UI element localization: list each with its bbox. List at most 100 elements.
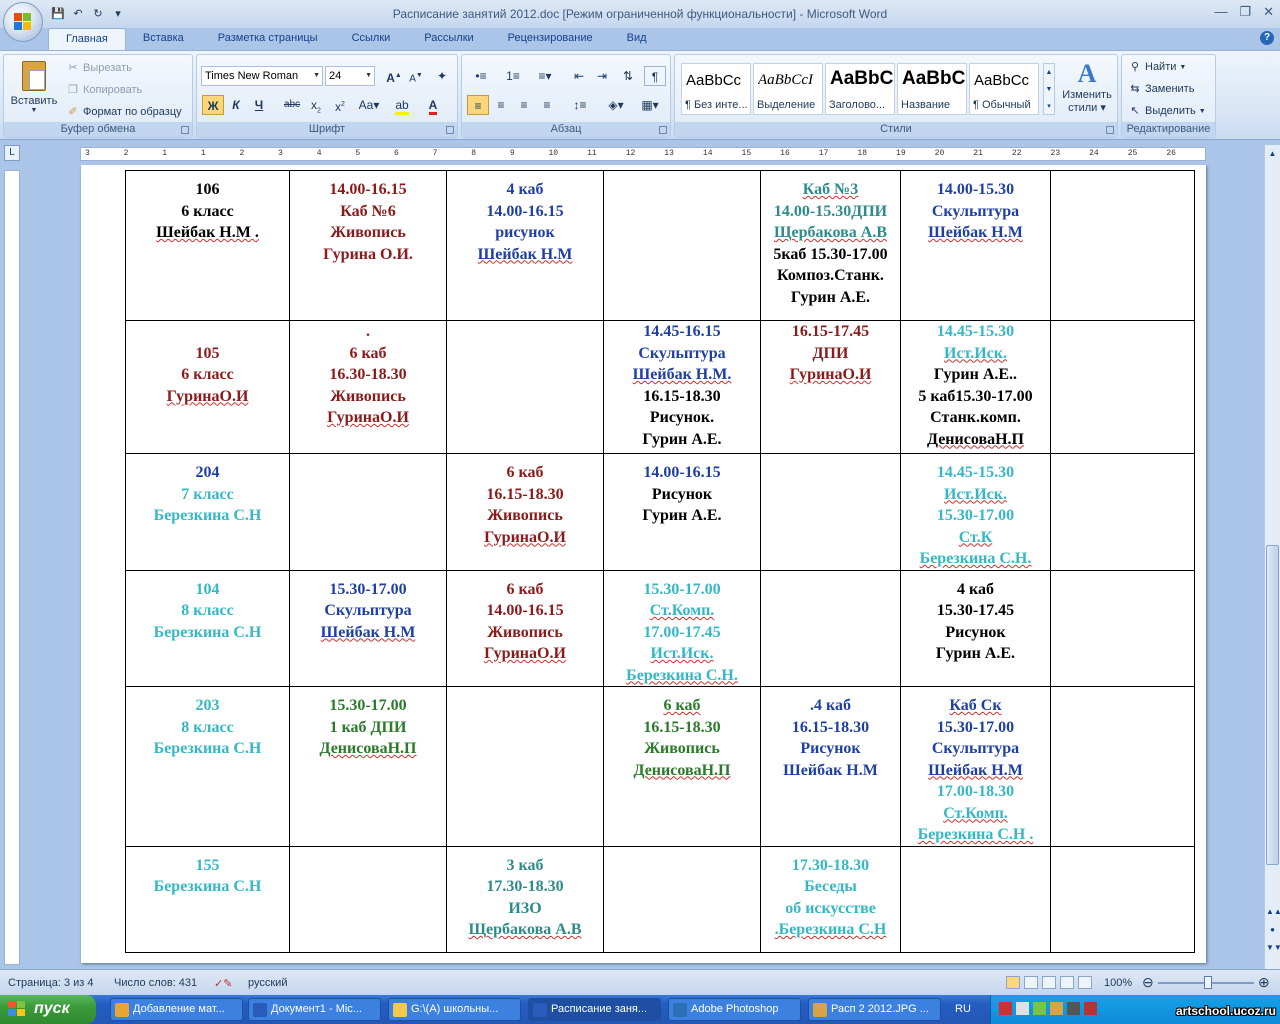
- find-button[interactable]: ⚲ Найти ▼: [1128, 57, 1186, 77]
- next-page-icon[interactable]: ▼▼: [1266, 941, 1280, 956]
- table-cell[interactable]: 15.30-17.00 Скульптура Шейбак Н.М: [289, 569, 447, 687]
- dialog-launcher-icon[interactable]: [1106, 126, 1114, 134]
- table-cell[interactable]: [603, 845, 761, 953]
- styles-scroll[interactable]: ▲ ▼ ▾: [1043, 63, 1055, 115]
- tab-review[interactable]: Рецензирование: [491, 28, 610, 50]
- taskbar-button[interactable]: Расписание заня...: [528, 998, 661, 1021]
- table-cell[interactable]: 106 6 класс Шейбак Н.М .: [125, 170, 290, 321]
- show-marks-icon[interactable]: ¶: [644, 66, 666, 86]
- tab-insert[interactable]: Вставка: [126, 28, 201, 50]
- table-cell[interactable]: 14.45-16.15 Скульптура Шейбак Н.М. 16.15-18…: [603, 320, 761, 454]
- table-cell[interactable]: [1050, 453, 1195, 571]
- table-cell[interactable]: 6 каб 14.00-16.15 Живопись ГуринаО.И: [446, 569, 604, 687]
- table-cell[interactable]: 104 8 класс Березкина С.Н: [125, 569, 290, 687]
- table-cell[interactable]: [289, 453, 447, 571]
- format-painter-button[interactable]: ✐ Формат по образцу: [66, 102, 181, 122]
- table-cell[interactable]: [1050, 845, 1195, 953]
- table-cell[interactable]: [446, 686, 604, 847]
- align-right-icon[interactable]: ≡: [513, 95, 535, 115]
- highlight-icon[interactable]: ab: [389, 95, 415, 115]
- table-cell[interactable]: [1050, 170, 1195, 321]
- print-layout-icon[interactable]: [1006, 976, 1020, 989]
- table-cell[interactable]: 203 8 класс Березкина С.Н: [125, 686, 290, 847]
- tab-home[interactable]: Главная: [48, 28, 126, 50]
- page-indicator[interactable]: Страница: 3 из 4: [8, 977, 94, 989]
- italic-icon[interactable]: К: [225, 95, 247, 115]
- table-cell[interactable]: Каб Ск 15.30-17.00 Скульптура Шейбак Н.М 17.…: [900, 686, 1051, 847]
- keyboard-language[interactable]: RU: [955, 1003, 971, 1015]
- change-styles-button[interactable]: A Изменить стили ▾: [1059, 59, 1115, 119]
- font-size-combo[interactable]: 24 ▼: [325, 66, 375, 86]
- table-cell[interactable]: [1050, 569, 1195, 687]
- font-color-icon[interactable]: A: [419, 95, 447, 115]
- table-cell[interactable]: [1050, 320, 1195, 454]
- minimize-button[interactable]: —: [1214, 4, 1227, 20]
- taskbar-button[interactable]: Добавление мат...: [110, 998, 243, 1021]
- scroll-up-icon[interactable]: ▲: [1266, 147, 1279, 162]
- table-cell[interactable]: 14.00-16.15 Каб №6 Живопись Гурина О.И.: [289, 170, 447, 321]
- tray-app-icon[interactable]: [1016, 1002, 1029, 1015]
- tray-app-icon[interactable]: [1050, 1002, 1063, 1015]
- table-cell[interactable]: Каб №3 14.00-15.30ДПИ Щербакова А.В 5каб 15…: [760, 170, 901, 321]
- table-cell[interactable]: [446, 320, 604, 454]
- outline-icon[interactable]: [1060, 976, 1074, 989]
- paste-button[interactable]: Вставить ▼: [8, 57, 60, 119]
- tab-view[interactable]: Вид: [610, 28, 664, 50]
- language-indicator[interactable]: русский: [248, 977, 287, 989]
- dialog-launcher-icon[interactable]: [181, 126, 189, 134]
- table-cell[interactable]: 4 каб 14.00-16.15 рисунок Шейбак Н.М: [446, 170, 604, 321]
- shading-icon[interactable]: ◈▾: [602, 95, 630, 115]
- copy-button[interactable]: ❐ Копировать: [66, 80, 142, 100]
- align-left-icon[interactable]: ≡: [467, 95, 489, 115]
- font-family-combo[interactable]: Times New Roman ▼: [201, 66, 323, 86]
- table-cell[interactable]: .4 каб 16.15-18.30 Рисунок Шейбак Н.М: [760, 686, 901, 847]
- table-cell[interactable]: 15.30-17.00 Ст.Комп. 17.00-17.45 Ист.Иск. Бе…: [603, 569, 761, 687]
- restore-button[interactable]: ❐: [1239, 4, 1251, 20]
- cut-button[interactable]: ✂ Вырезать: [66, 58, 132, 78]
- zoom-out-icon[interactable]: ⊖: [1142, 974, 1154, 991]
- select-button[interactable]: ↖ Выделить ▼: [1128, 101, 1205, 121]
- web-layout-icon[interactable]: [1042, 976, 1056, 989]
- numbering-icon[interactable]: 1≡: [499, 66, 527, 86]
- table-cell[interactable]: [760, 453, 901, 571]
- vertical-scrollbar[interactable]: ▲ ▲▲ ● ▼▼: [1264, 145, 1280, 969]
- tray-app-icon[interactable]: [1067, 1002, 1080, 1015]
- subscript-icon[interactable]: x2: [305, 95, 327, 115]
- style-emphasis[interactable]: AaBbCcI Выделение: [753, 63, 823, 115]
- style-title[interactable]: AaBbC Название: [897, 63, 967, 115]
- vertical-ruler[interactable]: [4, 170, 20, 965]
- table-cell[interactable]: [289, 845, 447, 953]
- table-cell[interactable]: 17.30-18.30 Беседы об искусстве .Березкина …: [760, 845, 901, 953]
- line-spacing-icon[interactable]: ↕≡: [566, 95, 594, 115]
- close-button[interactable]: ✕: [1263, 4, 1274, 20]
- zoom-level[interactable]: 100%: [1104, 977, 1132, 989]
- zoom-in-icon[interactable]: ⊕: [1258, 974, 1270, 991]
- zoom-slider-knob[interactable]: [1204, 976, 1212, 989]
- table-cell[interactable]: 14.45-15.30 Ист.Иск. Гурин А.Е.. 5 каб15.30…: [900, 320, 1051, 454]
- bullets-icon[interactable]: •≡: [467, 66, 495, 86]
- browse-object-icon[interactable]: ●: [1266, 923, 1279, 938]
- change-case-icon[interactable]: Aa▾: [355, 95, 383, 115]
- align-center-icon[interactable]: ≡: [490, 95, 512, 115]
- table-cell[interactable]: 14.00-15.30 Скульптура Шейбак Н.М: [900, 170, 1051, 321]
- taskbar-button[interactable]: Adobe Photoshop: [668, 998, 801, 1021]
- scroll-thumb[interactable]: [1266, 545, 1279, 865]
- tray-app-icon[interactable]: [1033, 1002, 1046, 1015]
- superscript-icon[interactable]: x2: [329, 95, 351, 115]
- office-button[interactable]: [3, 2, 43, 42]
- justify-icon[interactable]: ≡: [536, 95, 558, 115]
- help-icon[interactable]: ?: [1260, 31, 1274, 45]
- tab-mailings[interactable]: Рассылки: [407, 28, 490, 50]
- table-cell[interactable]: 105 6 класс ГуринаО.И: [125, 320, 290, 454]
- table-cell[interactable]: 3 каб 17.30-18.30 ИЗО Щербакова А.В: [446, 845, 604, 953]
- full-screen-reading-icon[interactable]: [1024, 976, 1038, 989]
- table-cell[interactable]: 4 каб 15.30-17.45 Рисунок Гурин А.Е.: [900, 569, 1051, 687]
- bold-icon[interactable]: Ж: [202, 95, 224, 115]
- tab-selector-icon[interactable]: L: [4, 145, 20, 161]
- table-cell[interactable]: 14.45-15.30 Ист.Иск. 15.30-17.00 Ст.К Березк…: [900, 453, 1051, 571]
- table-cell[interactable]: 204 7 класс Березкина С.Н: [125, 453, 290, 571]
- start-button[interactable]: пуск: [0, 995, 96, 1024]
- taskbar-button[interactable]: Документ1 - Mic...: [248, 998, 381, 1021]
- table-cell[interactable]: 155 Березкина С.Н: [125, 845, 290, 953]
- horizontal-ruler[interactable]: 3 2 1 1 2 3 4 5 6 7 8 9 10 11 12 13 14 15 16 17 18 19 20 21 22 23…: [80, 147, 1206, 161]
